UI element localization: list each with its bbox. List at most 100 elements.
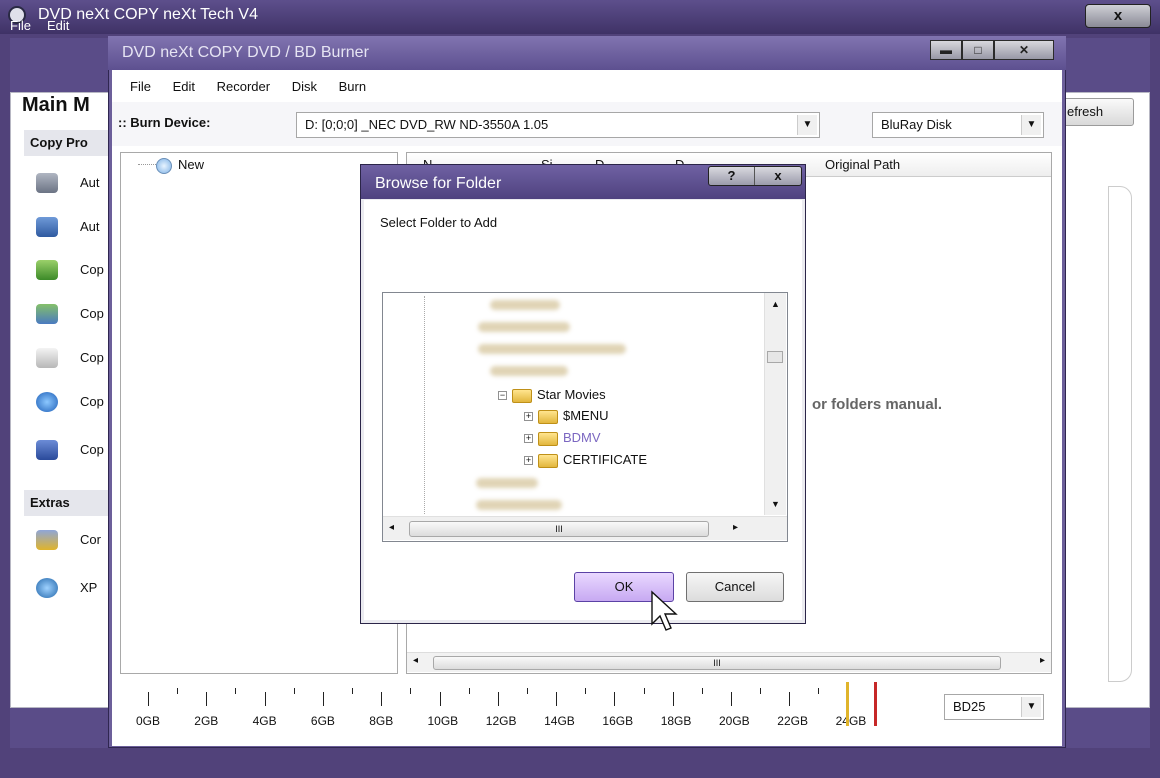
collapse-icon[interactable]: − — [498, 391, 507, 401]
scroll-right-icon[interactable]: ▸ — [733, 522, 738, 533]
capacity-tick-minor — [760, 688, 762, 694]
refresh-button[interactable]: efresh — [1060, 98, 1134, 126]
scroll-left-icon[interactable]: ◂ — [389, 522, 394, 533]
disc-icon — [36, 392, 58, 412]
cancel-button[interactable]: Cancel — [686, 572, 784, 602]
sidebar-item-copy-3[interactable]: Cop — [30, 343, 120, 373]
mouse-cursor-icon — [651, 590, 678, 631]
convert-icon — [36, 530, 58, 550]
scroll-up-icon[interactable]: ▲ — [771, 299, 780, 309]
tree-root-label[interactable]: New — [178, 157, 204, 172]
scroll-left-icon[interactable]: ◂ — [413, 655, 418, 666]
menu-burn[interactable]: Burn — [339, 79, 366, 94]
scroll-thumb[interactable]: III — [433, 656, 1001, 670]
capacity-bar — [112, 678, 1062, 746]
capacity-tick-major — [322, 692, 324, 706]
dialog-prompt: Select Folder to Add — [380, 215, 498, 230]
chevron-down-icon[interactable]: ▼ — [797, 115, 817, 135]
capacity-marker-yellow — [846, 682, 849, 726]
folder-certificate[interactable]: + CERTIFICATE — [524, 450, 647, 470]
outer-title-bar: DVD neXt COPY neXt Tech V4 — [0, 0, 1160, 34]
disc-type-value: BluRay Disk — [881, 117, 952, 132]
copy-green-icon — [36, 260, 58, 280]
dialog-close-button[interactable]: x — [755, 167, 801, 185]
sidebar-item-copy-4[interactable]: Cop — [30, 387, 120, 417]
capacity-tick-major — [497, 692, 499, 706]
burn-device-value: D: [0;0;0] _NEC DVD_RW ND-3550A 1.05 — [305, 117, 549, 132]
capacity-tick-minor — [352, 688, 354, 694]
capacity-label: 12GB — [485, 714, 517, 728]
capacity-label: 24GB — [835, 714, 867, 728]
burner-title-bar: DVD neXt COPY DVD / BD Burner — [108, 36, 1066, 70]
capacity-tick-minor — [468, 688, 470, 694]
hscroll-thumb[interactable]: III — [409, 521, 709, 537]
outer-menu-file[interactable]: File — [10, 18, 31, 33]
gamepad-icon — [36, 440, 58, 460]
outer-menu-edit[interactable]: Edit — [47, 18, 69, 33]
col-original-path[interactable]: Original Path — [825, 153, 900, 177]
burner-title: DVD neXt COPY DVD / BD Burner — [122, 44, 369, 61]
capacity-tick-minor — [701, 688, 703, 694]
vscroll-thumb[interactable] — [767, 351, 783, 363]
outer-close-button[interactable]: x — [1085, 4, 1151, 28]
menu-disk[interactable]: Disk — [292, 79, 317, 94]
sidebar-item-auto-2[interactable]: Aut — [30, 212, 120, 242]
sidebar-item-extra-2[interactable]: XP — [30, 573, 120, 603]
capacity-label: 10GB — [427, 714, 459, 728]
folder-open-icon — [512, 388, 532, 403]
scroll-down-icon[interactable]: ▼ — [771, 499, 780, 509]
blurred-folder — [476, 500, 562, 510]
menu-file[interactable]: File — [130, 79, 151, 94]
copy-check-icon — [36, 304, 58, 324]
sidebar-item-copy-2[interactable]: Cop — [30, 299, 120, 329]
capacity-tick-minor — [818, 688, 820, 694]
capacity-label: 8GB — [369, 714, 394, 728]
expand-icon[interactable]: + — [524, 412, 533, 422]
sidebar-item-auto-1[interactable]: Aut — [30, 168, 120, 198]
folder-bdmv[interactable]: + BDMV — [524, 428, 601, 448]
file-list-hscroll[interactable]: ◂ III ▸ — [407, 652, 1051, 672]
capacity-label: 14GB — [544, 714, 575, 728]
menu-recorder[interactable]: Recorder — [217, 79, 270, 94]
chevron-down-icon[interactable]: ▼ — [1021, 115, 1041, 135]
capacity-tick-minor — [177, 688, 179, 694]
copy-disc-icon — [36, 173, 58, 193]
disc-size-select[interactable]: BD25 ▼ — [944, 694, 1044, 720]
expand-icon[interactable]: + — [524, 434, 533, 444]
burn-device-select[interactable]: D: [0;0;0] _NEC DVD_RW ND-3550A 1.05 ▼ — [296, 112, 820, 138]
folder-star-movies[interactable]: − Star Movies — [498, 385, 606, 405]
close-button[interactable]: ✕ — [994, 40, 1054, 60]
folder-icon — [538, 409, 558, 424]
help-button[interactable]: ? — [709, 167, 755, 185]
capacity-label: 18GB — [660, 714, 692, 728]
scroll-right-icon[interactable]: ▸ — [1040, 655, 1045, 666]
capacity-tick-major — [264, 692, 266, 706]
sidebar-title: Main M — [22, 94, 90, 116]
capacity-tick-minor — [235, 688, 237, 694]
capacity-tick-major — [789, 692, 791, 706]
outer-menu-bar: File Edit — [10, 14, 85, 38]
disc-type-select[interactable]: BluRay Disk ▼ — [872, 112, 1044, 138]
capacity-label: 6GB — [310, 714, 335, 728]
capacity-tick-major — [206, 692, 208, 706]
capacity-tick-minor — [293, 688, 295, 694]
minimize-button[interactable]: ▬ — [930, 40, 962, 60]
folder-vscroll[interactable]: ▲ ▼ — [764, 293, 786, 515]
capacity-tick-major — [381, 692, 383, 706]
maximize-button[interactable]: □ — [962, 40, 994, 60]
folder-menu[interactable]: + $MENU — [524, 406, 609, 426]
capacity-tick-major — [148, 692, 149, 706]
capacity-tick-minor — [410, 688, 412, 694]
folder-hscroll[interactable]: ◂ III ▸ — [383, 516, 787, 540]
folder-icon — [538, 431, 558, 446]
sidebar-item-copy-5[interactable]: Cop — [30, 435, 120, 465]
menu-edit[interactable]: Edit — [173, 79, 195, 94]
blurred-folder — [490, 366, 568, 376]
capacity-tick-major — [672, 692, 674, 706]
chevron-down-icon[interactable]: ▼ — [1021, 697, 1041, 717]
expand-icon[interactable]: + — [524, 456, 533, 466]
blurred-folder — [490, 300, 560, 310]
sidebar-item-extra-1[interactable]: Cor — [30, 525, 120, 555]
tree-connector — [138, 164, 156, 165]
sidebar-item-copy-1[interactable]: Cop — [30, 255, 120, 285]
